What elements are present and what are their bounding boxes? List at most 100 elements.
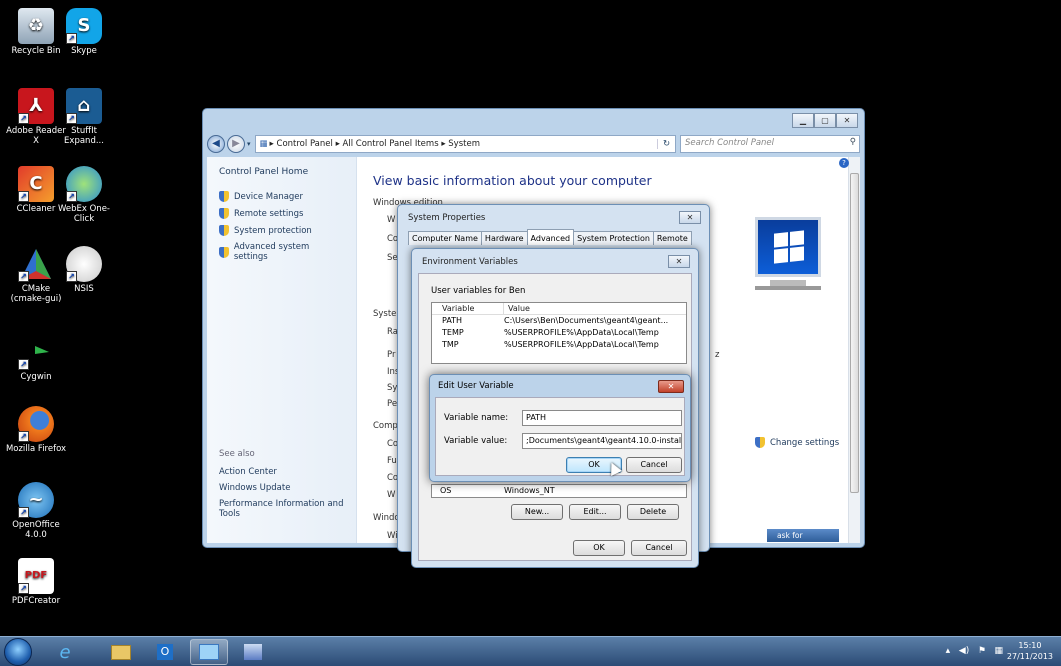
computer-name-heading: Comp [373, 421, 398, 431]
desktop-icon-cygwin[interactable]: ↗ Cygwin [4, 334, 68, 383]
desktop-icon-openoffice[interactable]: ~ ↗ OpenOffice 4.0.0 [4, 482, 68, 541]
stuffit-icon: ⌂ ↗ [66, 88, 102, 124]
openoffice-icon: ~ ↗ [18, 482, 54, 518]
file-explorer-icon[interactable] [102, 639, 140, 665]
partial-label: Wi [387, 531, 398, 541]
desktop-icon-nsis[interactable]: ↗ NSIS [52, 246, 116, 295]
search-icon[interactable]: ⚲ [850, 137, 856, 147]
shield-icon [755, 437, 765, 448]
tab-advanced[interactable]: Advanced [526, 229, 575, 245]
network-icon[interactable]: ▦ [994, 646, 1003, 656]
search-input[interactable]: Search Control Panel ⚲ [680, 135, 860, 153]
partial-label: W [387, 215, 396, 225]
edit-user-variable-dialog: Edit User Variable ✕ Variable name: PATH… [429, 374, 691, 482]
windows-activation-heading: Windo [373, 513, 400, 523]
control-panel-home-link[interactable]: Control Panel Home [219, 167, 344, 177]
clock[interactable]: 15:10 27/11/2013 [1007, 640, 1053, 662]
tab-computer-name[interactable]: Computer Name [408, 231, 482, 245]
ccleaner-icon: C ↗ [18, 166, 54, 202]
system-variables-list[interactable]: OS Windows_NT [431, 484, 687, 498]
tab-hardware[interactable]: Hardware [480, 231, 528, 245]
title-bar[interactable]: ▁ ▢ ✕ [203, 109, 864, 133]
action-center-link[interactable]: Action Center [219, 467, 277, 477]
back-icon[interactable]: ◀ [207, 135, 225, 153]
internet-explorer-icon[interactable]: e [46, 639, 84, 665]
volume-icon[interactable]: ◀) [959, 646, 969, 656]
control-panel-icon: ▦ [259, 139, 268, 149]
partial-label: Sy [387, 383, 398, 393]
help-icon[interactable]: ? [839, 158, 849, 168]
taskbar: e O ▴ ◀) ⚑ ▦ 15:10 27/11/2013 [0, 636, 1061, 666]
user-variables-label: User variables for Ben [431, 286, 526, 296]
column-header-value[interactable]: Value [504, 303, 686, 314]
ok-button[interactable]: OK [573, 540, 625, 556]
cancel-button[interactable]: Cancel [631, 540, 687, 556]
recycle-bin-icon: ♻ [18, 8, 54, 44]
close-button[interactable]: ✕ [679, 211, 701, 224]
desktop-icon-webex[interactable]: ↗ WebEx One-Click [52, 166, 116, 225]
desktop-icon-firefox[interactable]: ↗ Mozilla Firefox [4, 406, 68, 455]
variable-value-label: Variable value: [444, 436, 508, 446]
page-title: View basic information about your comput… [373, 173, 652, 188]
list-item[interactable]: TMP %USERPROFILE%\AppData\Local\Temp [432, 339, 686, 351]
desktop-icon-stuffit[interactable]: ⌂ ↗ StuffIt Expand... [52, 88, 116, 147]
navigation-bar: ◀ ▶ ▾ ▦ ▸ Control Panel ▸ All Control Pa… [207, 133, 860, 155]
show-hidden-icons-icon[interactable]: ▴ [946, 646, 951, 656]
tab-system-protection[interactable]: System Protection [573, 231, 654, 245]
outlook-icon[interactable]: O [146, 639, 184, 665]
cancel-button[interactable]: Cancel [626, 457, 682, 473]
list-header: Variable Value [432, 303, 686, 315]
maximize-button[interactable]: ▢ [814, 113, 836, 128]
scrollbar-thumb[interactable] [850, 173, 859, 493]
see-also-heading: See also [219, 449, 255, 459]
cmake-icon: ↗ [18, 246, 54, 282]
address-bar[interactable]: ▦ ▸ Control Panel ▸ All Control Panel It… [254, 135, 676, 153]
user-variables-list[interactable]: Variable Value PATH C:\Users\Ben\Documen… [431, 302, 687, 364]
partial-label: Pe [387, 399, 398, 409]
partial-label: Pr [387, 350, 396, 360]
variable-value-field[interactable]: ;Documents\geant4\geant4.10.0-install\bi… [522, 433, 682, 449]
task-system-protection[interactable]: System protection [219, 225, 344, 236]
webex-icon: ↗ [66, 166, 102, 202]
task-remote-settings[interactable]: Remote settings [219, 208, 344, 219]
skype-icon: S ↗ [66, 8, 102, 44]
list-item[interactable]: PATH C:\Users\Ben\Documents\geant4\geant… [432, 315, 686, 327]
start-button[interactable] [4, 638, 32, 666]
refresh-icon[interactable]: ↻ [657, 139, 675, 149]
tab-remote[interactable]: Remote [652, 231, 692, 245]
change-settings-link[interactable]: Change settings [755, 437, 839, 448]
dialog-title: Environment Variables [422, 257, 518, 267]
genuine-banner[interactable]: ask for [767, 529, 839, 542]
shield-icon [219, 191, 229, 202]
tab-strip: Computer Name Hardware Advanced System P… [408, 229, 692, 245]
left-pane: Control Panel Home Device Manager Remote… [207, 157, 357, 543]
windows-update-link[interactable]: Windows Update [219, 483, 290, 493]
scrollbar[interactable]: ? [839, 157, 860, 543]
notification-area: ▴ ◀) ⚑ ▦ [946, 646, 1003, 656]
breadcrumb[interactable]: ▸ Control Panel ▸ All Control Panel Item… [270, 139, 480, 149]
recent-pages-icon[interactable]: ▾ [247, 140, 251, 148]
new-button[interactable]: New... [511, 504, 563, 520]
desktop-icon-pdfcreator[interactable]: PDF ↗ PDFCreator [4, 558, 68, 607]
task-advanced-system-settings[interactable]: Advanced system settings [219, 242, 344, 262]
control-panel-taskbar-icon[interactable] [190, 639, 228, 665]
system-properties-taskbar-icon[interactable] [234, 639, 272, 665]
close-button[interactable]: ✕ [836, 113, 858, 128]
delete-button[interactable]: Delete [627, 504, 679, 520]
variable-name-field[interactable]: PATH [522, 410, 682, 426]
edit-button[interactable]: Edit... [569, 504, 621, 520]
close-button[interactable]: ✕ [668, 255, 690, 268]
firefox-icon: ↗ [18, 406, 54, 442]
column-header-variable[interactable]: Variable [432, 303, 504, 314]
performance-info-link[interactable]: Performance Information and Tools [219, 499, 349, 519]
action-center-flag-icon[interactable]: ⚑ [978, 646, 986, 656]
close-button[interactable]: ✕ [658, 380, 684, 393]
forward-icon[interactable]: ▶ [227, 135, 245, 153]
list-item[interactable]: TEMP %USERPROFILE%\AppData\Local\Temp [432, 327, 686, 339]
minimize-button[interactable]: ▁ [792, 113, 814, 128]
desktop-icon-skype[interactable]: S ↗ Skype [52, 8, 116, 57]
task-device-manager[interactable]: Device Manager [219, 191, 344, 202]
dialog-body: Variable name: PATH Variable value: ;Doc… [435, 397, 685, 476]
partial-label: W [387, 490, 396, 500]
window-controls: ▁ ▢ ✕ [792, 113, 858, 128]
